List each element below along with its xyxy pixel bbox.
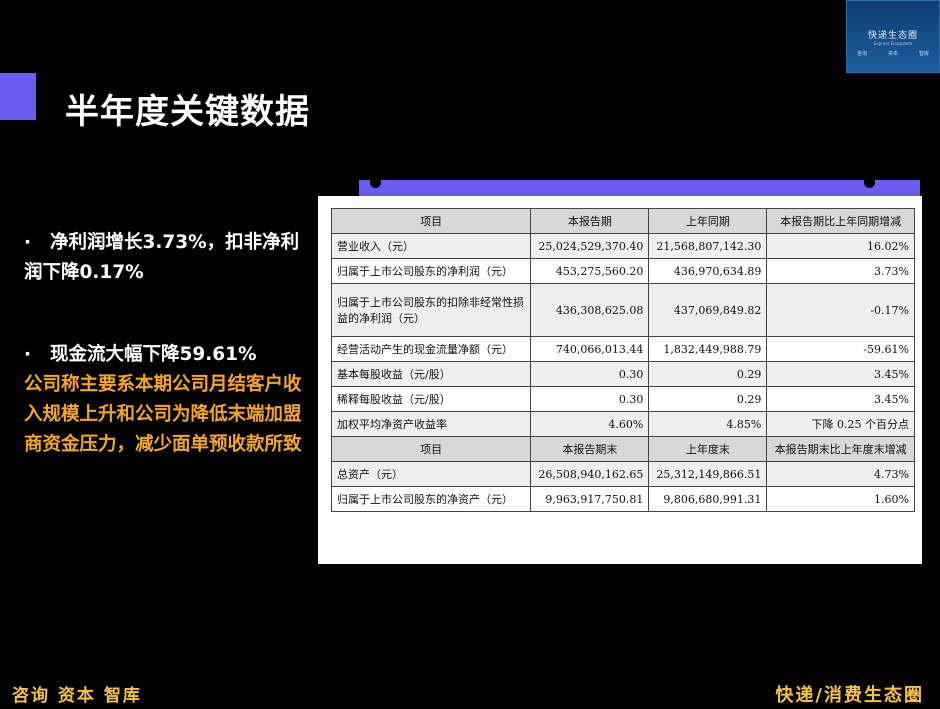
- table-header-cell: 本报告期: [530, 208, 650, 234]
- table-header-cell: 上年同期: [648, 208, 768, 234]
- table-cell: 0.29: [648, 386, 768, 412]
- table-cell: 归属于上市公司股东的净资产（元）: [330, 486, 532, 512]
- financial-table-panel: 项目 本报告期 上年同期 本报告期比上年同期增减 营业收入（元） 25,024,…: [318, 196, 922, 564]
- table-cell: 16.02%: [766, 233, 915, 259]
- bullet-list: · 净利润增长3.73%，扣非净利润下降0.17% · 现金流大幅下降59.61% …: [24, 228, 314, 460]
- page-title: 半年度关键数据: [65, 92, 310, 132]
- table-header-row: 项目 本报告期末 上年度末 本报告期末比上年度末增减: [330, 436, 915, 462]
- table-cell: 3.73%: [766, 258, 915, 284]
- pin-icon: [370, 177, 381, 188]
- table-cell: 0.29: [648, 361, 768, 387]
- bullet-dot-icon: ·: [24, 344, 32, 365]
- table-row: 归属于上市公司股东的扣除非经常性损益的净利润（元） 436,308,625.08…: [330, 283, 915, 337]
- table-cell: 3.45%: [766, 386, 915, 412]
- table-cell: 4.60%: [530, 411, 650, 437]
- table-cell: 下降 0.25 个百分点: [766, 411, 915, 437]
- table-cell: 1,832,449,988.79: [648, 336, 768, 362]
- table-header-cell: 上年度末: [648, 436, 768, 462]
- table-cell: 0.30: [530, 386, 650, 412]
- table-cell: 总资产（元）: [330, 461, 532, 487]
- table-row: 基本每股收益（元/股） 0.30 0.29 3.45%: [330, 361, 915, 387]
- table-cell: 9,963,917,750.81: [530, 486, 650, 512]
- footer-right: 快递/消费生态圈: [775, 685, 924, 706]
- bullet-cash-flow: · 现金流大幅下降59.61%: [24, 340, 314, 370]
- table-header-cell: 本报告期比上年同期增减: [766, 208, 915, 234]
- table-cell: 740,066,013.44: [530, 336, 650, 362]
- table-cell: 21,568,807,142.30: [648, 233, 768, 259]
- logo-subtitle: Express Ecosystem: [873, 41, 913, 46]
- table-cell: 归属于上市公司股东的扣除非经常性损益的净利润（元）: [330, 283, 532, 337]
- bullet-dot-icon: ·: [24, 232, 32, 253]
- table-row: 营业收入（元） 25,024,529,370.40 21,568,807,142…: [330, 233, 915, 259]
- logo-tag: 智库: [918, 51, 929, 57]
- table-cell: 436,970,634.89: [648, 258, 768, 284]
- brand-logo: 快递生态圈 Express Ecosystem 咨询 资本 智库: [846, 0, 940, 73]
- table-header-band: [359, 180, 920, 197]
- table-row: 经营活动产生的现金流量净额（元） 740,066,013.44 1,832,44…: [330, 336, 915, 362]
- table-cell: 3.45%: [766, 361, 915, 387]
- table-cell: -59.61%: [766, 336, 915, 362]
- table-cell: 26,508,940,162.65: [530, 461, 650, 487]
- table-row: 归属于上市公司股东的净利润（元） 453,275,560.20 436,970,…: [330, 258, 915, 284]
- table-cell: 经营活动产生的现金流量净额（元）: [330, 336, 532, 362]
- bullet-cash-flow-detail: 公司称主要系本期公司月结客户收入规模上升和公司为降低末端加盟商资金压力，减少面单…: [24, 374, 302, 455]
- table-cell: 453,275,560.20: [530, 258, 650, 284]
- table-row: 稀释每股收益（元/股） 0.30 0.29 3.45%: [330, 386, 915, 412]
- table-cell: 4.73%: [766, 461, 915, 487]
- title-accent-bar: [0, 73, 36, 120]
- table-row: 加权平均净资产收益率 4.60% 4.85% 下降 0.25 个百分点: [330, 411, 915, 437]
- table-cell: 0.30: [530, 361, 650, 387]
- table-cell: 436,308,625.08: [530, 283, 650, 337]
- table-cell: 1.60%: [766, 486, 915, 512]
- table-cell: 加权平均净资产收益率: [330, 411, 532, 437]
- logo-tag: 资本: [887, 51, 898, 57]
- financial-table: 项目 本报告期 上年同期 本报告期比上年同期增减 营业收入（元） 25,024,…: [330, 208, 915, 512]
- footer-left: 咨询 资本 智库: [12, 686, 142, 706]
- table-header-cell: 本报告期末比上年度末增减: [766, 436, 915, 462]
- table-header-cell: 项目: [330, 436, 532, 462]
- table-cell: -0.17%: [766, 283, 915, 337]
- table-header-row: 项目 本报告期 上年同期 本报告期比上年同期增减: [330, 208, 915, 234]
- table-cell: 9,806,680,991.31: [648, 486, 768, 512]
- logo-name: 快递生态圈: [867, 31, 918, 41]
- logo-tag: 咨询: [857, 51, 868, 57]
- table-header-cell: 项目: [330, 208, 532, 234]
- table-cell: 稀释每股收益（元/股）: [330, 386, 532, 412]
- table-row: 归属于上市公司股东的净资产（元） 9,963,917,750.81 9,806,…: [330, 486, 915, 512]
- bullet-net-profit: · 净利润增长3.73%，扣非净利润下降0.17%: [24, 228, 314, 288]
- table-cell: 归属于上市公司股东的净利润（元）: [330, 258, 532, 284]
- table-cell: 437,069,849.82: [648, 283, 768, 337]
- table-cell: 25,024,529,370.40: [530, 233, 650, 259]
- table-row: 总资产（元） 26,508,940,162.65 25,312,149,866.…: [330, 461, 915, 487]
- table-cell: 25,312,149,866.51: [648, 461, 768, 487]
- table-header-cell: 本报告期末: [530, 436, 650, 462]
- logo-tags: 咨询 资本 智库: [857, 50, 929, 57]
- table-cell: 4.85%: [648, 411, 768, 437]
- pin-icon: [864, 177, 875, 188]
- table-cell: 基本每股收益（元/股）: [330, 361, 532, 387]
- table-cell: 营业收入（元）: [330, 233, 532, 259]
